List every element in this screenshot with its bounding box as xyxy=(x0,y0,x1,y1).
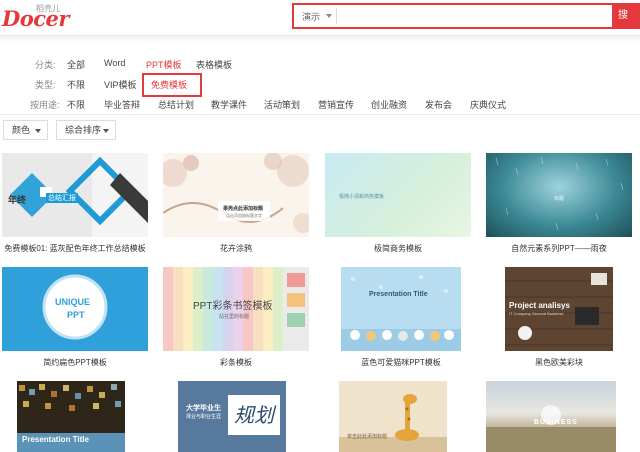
template-title[interactable]: 黑色欧美彩块 xyxy=(505,357,613,368)
docer-logo[interactable]: Docer 稻壳儿 xyxy=(2,4,69,34)
usage-option-summary[interactable]: 总结计划 xyxy=(158,98,194,111)
filter-row-category: 分类: 全部 Word PPT模板 表格模板 xyxy=(0,58,640,74)
chevron-down-icon xyxy=(326,14,332,18)
search-bar: 演示 搜 xyxy=(292,3,640,29)
usage-option-event[interactable]: 活动策划 xyxy=(264,98,300,111)
thumb-art-landscape xyxy=(486,405,616,452)
filter-row-type: 类型: 不限 VIP模板 免费模板 xyxy=(0,78,640,94)
thumb-title: 年终 xyxy=(8,195,27,205)
template-card[interactable]: PPT彩条书签模板 站在里的标题 彩条模板 xyxy=(163,267,309,371)
thumb-title: 果壳点此添加标题 xyxy=(223,206,264,212)
template-thumbnail[interactable]: 果壳点此添加标题 点击添加副标题文字 xyxy=(163,153,309,237)
template-thumbnail[interactable]: BUSINESS xyxy=(486,381,616,452)
template-title[interactable]: 自然元素系列PPT——雨夜 xyxy=(486,243,632,254)
logo-subtitle: 稻壳儿 xyxy=(36,4,60,13)
template-card[interactable]: Presentation Title xyxy=(17,381,125,452)
template-thumbnail[interactable]: 大学毕业生 择业与职业生涯 规划 xyxy=(178,381,286,452)
template-card[interactable]: 标题 自然元素系列PPT——雨夜 xyxy=(486,153,632,257)
thumb-subtitle: 站在里的标题 xyxy=(219,314,250,320)
thumb-subtitle: IT Company General Business xyxy=(509,311,564,316)
sort-order-label: 综合排序 xyxy=(65,125,102,135)
usage-option-launch[interactable]: 发布会 xyxy=(425,98,452,111)
filter-label-usage: 按用途: xyxy=(30,100,60,110)
thumb-subtitle: 择业与职业生涯 xyxy=(186,414,222,420)
filter-divider xyxy=(0,114,640,115)
usage-option-any[interactable]: 不限 xyxy=(67,98,85,111)
usage-option-teaching[interactable]: 教学课件 xyxy=(211,98,247,111)
top-header: Docer 稻壳儿 演示 搜 xyxy=(0,0,640,36)
thumb-art-unique xyxy=(2,267,148,351)
thumb-title: PPT彩条书签模板 xyxy=(193,301,273,312)
search-separator xyxy=(336,8,337,24)
thumb-title: UNIQUE xyxy=(55,297,91,307)
thumb-title: 极简小清新商务模板 xyxy=(339,194,385,200)
filter-option-word[interactable]: Word xyxy=(104,58,125,68)
template-card[interactable]: Presentation Title 蓝色可爱猫咪PPT模板 xyxy=(341,267,461,371)
template-card[interactable]: 果壳点此添加标题 点击添加副标题文字 花卉涂鸦 xyxy=(163,153,309,257)
color-filter-label: 颜色 xyxy=(12,125,31,135)
template-card[interactable]: 极简小清新商务模板 极简商务模板 xyxy=(325,153,471,257)
template-title[interactable]: 彩条模板 xyxy=(163,357,309,368)
free-template-highlight xyxy=(142,73,202,97)
thumb-title: Project analisys xyxy=(509,301,570,310)
template-card[interactable]: BUSINESS xyxy=(486,381,616,452)
template-card[interactable]: Project analisys IT Company General Busi… xyxy=(505,267,613,371)
caret-down-icon xyxy=(103,129,109,133)
thumb-title: Presentation Title xyxy=(22,435,89,444)
template-title[interactable]: 简约扁色PPT模板 xyxy=(2,357,148,368)
filter-label-type: 类型: xyxy=(35,80,56,90)
thumb-title: 标题 xyxy=(554,196,565,202)
template-card[interactable]: UNIQUE PPT 简约扁色PPT模板 xyxy=(2,267,148,371)
template-thumbnail[interactable]: Presentation Title xyxy=(17,381,125,452)
sort-order-dropdown[interactable]: 综合排序 xyxy=(56,120,116,140)
usage-option-startup[interactable]: 创业融资 xyxy=(371,98,407,111)
template-thumbnail[interactable]: 极简小清新商务模板 xyxy=(325,153,471,237)
thumb-calligraphy: 规划 xyxy=(234,403,274,427)
search-input[interactable] xyxy=(342,7,602,25)
filter-option-sheet[interactable]: 表格模板 xyxy=(196,58,232,71)
thumb-title: 单击此处添加标题 xyxy=(347,434,388,440)
template-thumbnail[interactable]: 单击此处添加标题 xyxy=(339,381,447,452)
filter-option-all[interactable]: 全部 xyxy=(67,58,85,71)
search-button[interactable]: 搜 xyxy=(612,3,640,29)
template-thumbnail[interactable]: Presentation Title xyxy=(341,267,461,351)
usage-option-celebration[interactable]: 庆典仪式 xyxy=(470,98,506,111)
template-thumbnail[interactable]: 年终 总结汇报 xyxy=(2,153,148,237)
template-thumbnail[interactable]: UNIQUE PPT xyxy=(2,267,148,351)
template-thumbnail[interactable]: Project analisys IT Company General Busi… xyxy=(505,267,613,351)
thumb-title: Presentation Title xyxy=(369,291,428,298)
thumb-art-giraffe xyxy=(339,381,447,452)
thumb-title: 大学毕业生 xyxy=(186,405,221,412)
thumb-art-cats xyxy=(341,267,461,351)
thumb-subtitle: 总结汇报 xyxy=(46,193,78,203)
header-shadow xyxy=(0,36,640,42)
thumb-subtitle: 点击添加副标题文字 xyxy=(226,213,262,218)
caret-down-icon xyxy=(35,129,41,133)
template-title[interactable]: 蓝色可爱猫咪PPT模板 xyxy=(341,357,461,368)
usage-option-graduation[interactable]: 毕业答辩 xyxy=(104,98,140,111)
thumb-subtitle: PPT xyxy=(67,310,85,320)
filter-option-vip[interactable]: VIP模板 xyxy=(104,78,137,91)
filter-option-ppt[interactable]: PPT模板 xyxy=(146,58,182,71)
usage-option-marketing[interactable]: 营销宣传 xyxy=(318,98,354,111)
template-card[interactable]: 大学毕业生 择业与职业生涯 规划 xyxy=(178,381,286,452)
template-card[interactable]: 单击此处添加标题 xyxy=(339,381,447,452)
template-title[interactable]: 极简商务模板 xyxy=(325,243,471,254)
filter-row-usage: 按用途: 不限 毕业答辩 总结计划 教学课件 活动策划 营销宣传 创业融资 发布… xyxy=(0,98,640,114)
template-thumbnail[interactable]: PPT彩条书签模板 站在里的标题 xyxy=(163,267,309,351)
filter-option-any-type[interactable]: 不限 xyxy=(67,78,85,91)
template-title[interactable]: 花卉涂鸦 xyxy=(163,243,309,254)
search-scope-select[interactable]: 演示 xyxy=(302,10,320,23)
thumb-art-floral xyxy=(163,153,309,237)
template-thumbnail[interactable]: 标题 xyxy=(486,153,632,237)
color-filter-dropdown[interactable]: 颜色 xyxy=(3,120,48,140)
template-card[interactable]: 年终 总结汇报 免费模板01: 蓝灰配色年终工作总结模板 xyxy=(2,153,148,257)
filter-label-category: 分类: xyxy=(35,60,56,70)
thumb-title: BUSINESS xyxy=(534,419,578,426)
template-title[interactable]: 免费模板01: 蓝灰配色年终工作总结模板 xyxy=(2,243,148,254)
